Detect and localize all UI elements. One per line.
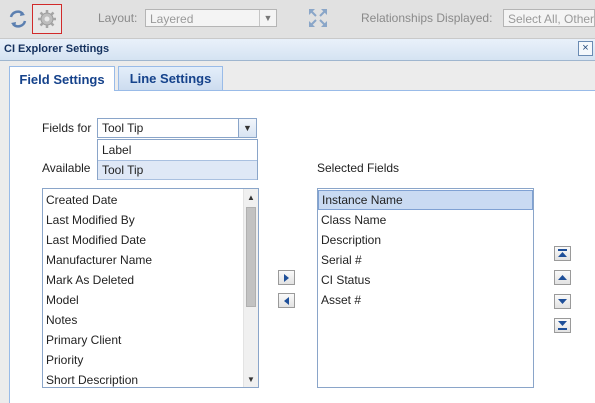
- available-fields-list[interactable]: Created Date Last Modified By Last Modif…: [42, 188, 259, 388]
- layout-select-value: Layered: [150, 12, 194, 26]
- relationships-select[interactable]: Select All, Other,: [503, 9, 595, 27]
- fields-for-combo[interactable]: Tool Tip ▼: [97, 118, 257, 138]
- selected-fields-list[interactable]: Instance Name Class Name Description Ser…: [317, 188, 534, 388]
- list-item[interactable]: Priority: [43, 350, 258, 370]
- expand-icon[interactable]: [304, 4, 332, 32]
- add-field-button[interactable]: [278, 270, 295, 285]
- list-item[interactable]: Manufacturer Name: [43, 250, 258, 270]
- tab-line-settings[interactable]: Line Settings: [118, 66, 223, 90]
- list-item[interactable]: Serial #: [318, 250, 533, 270]
- list-item[interactable]: Created Date: [43, 190, 258, 210]
- dialog-title: CI Explorer Settings: [4, 43, 110, 55]
- refresh-icon[interactable]: [4, 5, 32, 33]
- chevron-down-icon: ▼: [259, 10, 276, 26]
- scroll-down-icon[interactable]: ▼: [244, 372, 258, 386]
- fields-for-value: Tool Tip: [102, 121, 144, 135]
- list-item[interactable]: Mark As Deleted: [43, 270, 258, 290]
- move-up-button[interactable]: [554, 270, 571, 285]
- move-bottom-button[interactable]: [554, 318, 571, 333]
- selected-fields-label: Selected Fields: [317, 161, 400, 175]
- layout-select[interactable]: Layered ▼: [145, 9, 277, 27]
- list-item[interactable]: Model: [43, 290, 258, 310]
- move-down-icon: [558, 299, 567, 304]
- move-bottom-icon: [558, 321, 567, 330]
- list-item[interactable]: Notes: [43, 310, 258, 330]
- layout-label: Layout:: [98, 11, 138, 25]
- list-item[interactable]: Last Modified Date: [43, 230, 258, 250]
- move-top-icon: [558, 249, 567, 257]
- list-item[interactable]: Description: [318, 230, 533, 250]
- tab-field-settings[interactable]: Field Settings: [9, 66, 115, 91]
- relationships-label: Relationships Displayed:: [361, 11, 493, 25]
- move-down-button[interactable]: [554, 294, 571, 309]
- list-item[interactable]: Primary Client: [43, 330, 258, 350]
- move-up-icon: [558, 275, 567, 280]
- fields-for-dropdown: Label Tool Tip: [97, 139, 258, 180]
- scrollbar-thumb[interactable]: [246, 207, 256, 307]
- available-fields-label: Available: [42, 161, 91, 175]
- fields-for-label: Fields for: [42, 121, 92, 135]
- close-icon[interactable]: ×: [578, 41, 593, 56]
- arrow-right-icon: [284, 273, 289, 282]
- dropdown-option-label[interactable]: Label: [98, 140, 257, 160]
- vertical-scrollbar[interactable]: ▲ ▼: [243, 189, 258, 387]
- chevron-down-icon[interactable]: ▼: [238, 119, 256, 137]
- dropdown-option-tool-tip[interactable]: Tool Tip: [98, 160, 257, 180]
- scroll-up-icon[interactable]: ▲: [244, 190, 258, 204]
- list-item[interactable]: Class Name: [318, 210, 533, 230]
- list-item[interactable]: Last Modified By: [43, 210, 258, 230]
- list-item[interactable]: Short Description: [43, 370, 258, 387]
- list-item[interactable]: CI Status: [318, 270, 533, 290]
- list-item[interactable]: Instance Name: [318, 190, 533, 210]
- arrow-left-icon: [284, 296, 289, 305]
- move-top-button[interactable]: [554, 246, 571, 261]
- remove-field-button[interactable]: [278, 293, 295, 308]
- gear-icon[interactable]: [32, 4, 62, 34]
- list-item[interactable]: Asset #: [318, 290, 533, 310]
